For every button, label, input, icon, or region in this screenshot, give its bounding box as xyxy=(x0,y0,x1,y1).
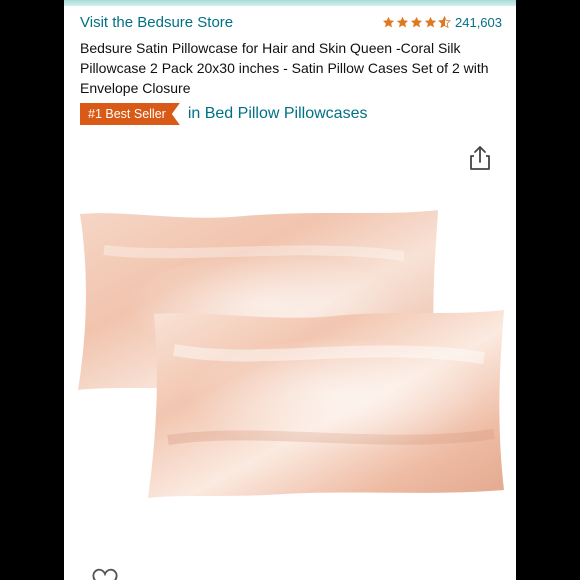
best-seller-badge: #1 Best Seller xyxy=(80,103,180,125)
star-rating xyxy=(382,16,451,29)
product-screen: Visit the Bedsure Store 241,603 Bedsure … xyxy=(64,0,516,580)
product-title: Bedsure Satin Pillowcase for Hair and Sk… xyxy=(80,40,489,96)
product-image[interactable] xyxy=(64,190,516,580)
rating-count: 241,603 xyxy=(455,15,502,30)
best-seller-category-link[interactable]: in Bed Pillow Pillowcases xyxy=(188,105,368,123)
star-icon xyxy=(424,16,437,28)
heart-icon[interactable] xyxy=(90,568,120,580)
half-star-icon xyxy=(438,16,451,29)
store-link[interactable]: Visit the Bedsure Store xyxy=(80,14,233,31)
share-icon[interactable] xyxy=(469,145,491,171)
pillowcase-photo xyxy=(78,210,504,498)
star-icon xyxy=(410,16,423,28)
star-icon xyxy=(382,16,395,28)
rating[interactable]: 241,603 xyxy=(382,15,502,30)
best-seller-row: #1 Best Seller in Bed Pillow Pillowcases xyxy=(80,103,367,125)
star-icon xyxy=(396,16,409,28)
top-strip xyxy=(64,0,516,6)
